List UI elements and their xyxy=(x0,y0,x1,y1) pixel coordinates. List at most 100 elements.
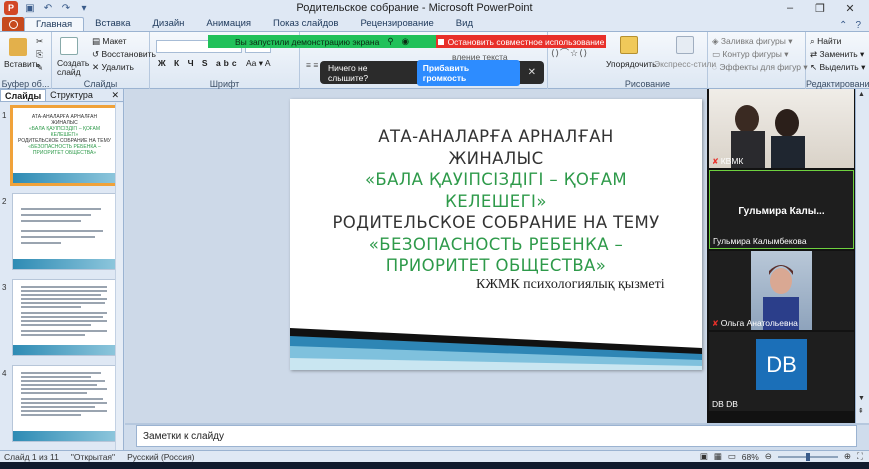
language-indicator[interactable]: Русский (Россия) xyxy=(127,452,194,462)
thumb-line xyxy=(21,298,107,300)
find-label: Найти xyxy=(817,36,842,46)
tab-animation[interactable]: Анимация xyxy=(195,17,262,31)
pane-close-icon[interactable]: ✕ xyxy=(111,90,119,101)
thumb-line xyxy=(21,290,107,292)
tab-structure[interactable]: Структура xyxy=(46,89,97,101)
paste-button[interactable]: Вставить xyxy=(4,59,40,69)
thumb-number: 1 xyxy=(2,111,7,120)
current-slide[interactable]: АТА-АНАЛАРҒА АРНАЛҒАН ЖИНАЛЫС «БАЛА ҚАУІ… xyxy=(290,99,702,370)
title-line-green: ПРИОРИТЕТ ОБЩЕСТВА» xyxy=(385,256,607,275)
slide-thumbnail-3[interactable] xyxy=(12,279,117,356)
participant-caption: ✘ КВМК xyxy=(712,156,743,166)
close-button[interactable]: ✕ xyxy=(835,2,865,15)
zoom-in-icon[interactable]: ⊕ xyxy=(844,451,851,462)
slide-thumbnails: 1 АТА-АНАЛАРҒА АРНАЛҒАН ЖИНАЛЫС «БАЛА ҚАУІ… xyxy=(0,103,123,450)
restore-button[interactable]: ↺ Восстановить xyxy=(92,49,156,60)
zoom-out-icon[interactable]: ⊖ xyxy=(765,451,772,462)
delete-button[interactable]: ✕ Удалить xyxy=(92,62,134,73)
thumb-line xyxy=(21,330,107,332)
raise-volume-button[interactable]: Прибавить громкость xyxy=(416,59,520,86)
tab-slides[interactable]: Слайды xyxy=(0,89,47,101)
thumbnails-scrollbar[interactable] xyxy=(115,103,123,450)
help-icon[interactable]: ? xyxy=(855,20,861,31)
office-button[interactable] xyxy=(2,17,24,31)
thumb-line xyxy=(21,324,91,326)
editor-scrollbar[interactable]: ▲ ▼ ⇞ xyxy=(855,89,869,423)
slideshow-view-icon[interactable]: ▭ xyxy=(728,451,736,462)
fit-to-window-icon[interactable]: ⛶ xyxy=(857,451,863,462)
quick-styles-button[interactable]: Экспресс-стили xyxy=(654,59,716,69)
select-label: Выделить xyxy=(819,62,859,72)
scroll-down-icon[interactable]: ▼ xyxy=(858,395,865,402)
participant-tile[interactable]: Гульмира Калы... Гульмира Калымбекова xyxy=(709,170,854,249)
layout-button[interactable]: ▤ Макет xyxy=(92,36,126,47)
tab-home[interactable]: Главная xyxy=(24,17,85,31)
ribbon-collapse-icon[interactable]: ⌃ xyxy=(839,20,847,31)
participant-tile[interactable]: ✘ Ольга Анатольевна xyxy=(709,251,854,330)
share-shield-icon[interactable]: ◉ xyxy=(402,36,409,47)
paste-icon xyxy=(9,38,27,56)
tab-view[interactable]: Вид xyxy=(445,17,484,31)
participant-name: Ольга Анатольевна xyxy=(720,318,798,328)
undo-icon[interactable]: ↶ xyxy=(42,2,54,14)
scroll-up-icon[interactable]: ▲ xyxy=(858,91,865,98)
thumb-line xyxy=(21,372,101,374)
stop-share-button[interactable]: Остановить совместное использование xyxy=(436,35,606,48)
ribbon-tabs: Главная Вставка Дизайн Анимация Показ сл… xyxy=(0,16,869,31)
minimize-button[interactable]: – xyxy=(775,2,805,15)
shape-outline-button[interactable]: ▭ Контур фигуры ▾ xyxy=(712,49,789,60)
window-title: Родительское собрание - Microsoft PowerP… xyxy=(296,2,533,14)
font-format-buttons[interactable]: Ж К Ч S abc xyxy=(158,58,240,68)
prev-slide-icon[interactable]: ⇞ xyxy=(858,407,864,415)
tab-insert[interactable]: Вставка xyxy=(84,17,141,31)
copy-icon[interactable]: ⎘ xyxy=(36,49,43,60)
slide-thumbnail-1[interactable]: АТА-АНАЛАРҒА АРНАЛҒАН ЖИНАЛЫС «БАЛА ҚАУІПС… xyxy=(10,105,119,186)
notes-pane[interactable]: Заметки к слайду xyxy=(136,425,857,447)
find-button[interactable]: ⌕ Найти xyxy=(810,36,841,47)
format-painter-icon[interactable]: ✎ xyxy=(36,62,43,73)
slide-subtitle[interactable]: КЖМК психологиялық қызметі xyxy=(476,277,665,293)
zoom-slider-thumb[interactable] xyxy=(805,452,810,461)
customize-qat-icon[interactable]: ▾ xyxy=(78,2,90,14)
tab-slideshow[interactable]: Показ слайдов xyxy=(262,17,349,31)
sorter-view-icon[interactable]: ▦ xyxy=(714,451,722,462)
tab-review[interactable]: Рецензирование xyxy=(349,17,444,31)
replace-button[interactable]: ⇄ Заменить ▾ xyxy=(810,49,864,60)
participant-avatar: DB xyxy=(756,339,807,390)
redo-icon[interactable]: ↷ xyxy=(60,2,72,14)
thumb-line xyxy=(21,208,101,210)
mic-muted-icon: ✘ xyxy=(712,318,719,328)
save-icon[interactable]: ▣ xyxy=(24,2,36,14)
thumb-line xyxy=(21,286,107,288)
slide-thumbnail-4[interactable] xyxy=(12,365,117,442)
shape-effects-button[interactable]: ◌ Эффекты для фигур ▾ xyxy=(712,62,808,73)
slide-title[interactable]: АТА-АНАЛАРҒА АРНАЛҒАН ЖИНАЛЫС «БАЛА ҚАУІ… xyxy=(310,126,682,277)
select-button[interactable]: ↖ Выделить ▾ xyxy=(810,62,865,73)
arrange-button[interactable]: Упорядочить xyxy=(606,59,657,69)
normal-view-icon[interactable]: ▣ xyxy=(700,451,708,462)
thumb-line xyxy=(21,414,81,416)
status-bar: Слайд 1 из 11 "Открытая" Русский (Россия… xyxy=(0,450,869,462)
participant-caption: Гульмира Калымбекова xyxy=(713,236,807,246)
share-pin-icon[interactable]: ⚲ xyxy=(387,36,393,47)
toast-close-icon[interactable]: ✕ xyxy=(528,67,536,78)
slide-thumbnail-2[interactable] xyxy=(12,193,117,270)
thumb-line xyxy=(21,392,87,394)
mic-muted-icon: ✘ xyxy=(712,156,719,166)
zoom-level[interactable]: 68% xyxy=(742,452,759,462)
create-slide-button[interactable]: Создать слайд xyxy=(57,59,89,77)
tab-design[interactable]: Дизайн xyxy=(141,17,195,31)
thumb-1-text: АТА-АНАЛАРҒА АРНАЛҒАН ЖИНАЛЫС «БАЛА ҚАУІПС… xyxy=(18,114,111,156)
thumb-line xyxy=(21,380,105,382)
shape-fill-button[interactable]: ◈ Заливка фигуры ▾ xyxy=(712,36,792,47)
cut-icon[interactable]: ✂ xyxy=(36,36,43,47)
participant-tile[interactable]: DB DB DB xyxy=(709,332,854,411)
thumb-line xyxy=(21,334,85,336)
os-taskbar xyxy=(0,462,869,469)
thumb-line xyxy=(21,312,107,314)
font-color-icon[interactable]: Aa ▾ A xyxy=(246,58,271,69)
stop-square-icon xyxy=(437,38,444,45)
zoom-slider[interactable] xyxy=(777,452,838,461)
maximize-button[interactable]: ❐ xyxy=(805,2,835,15)
participant-tile[interactable]: ✘ КВМК xyxy=(709,89,854,168)
